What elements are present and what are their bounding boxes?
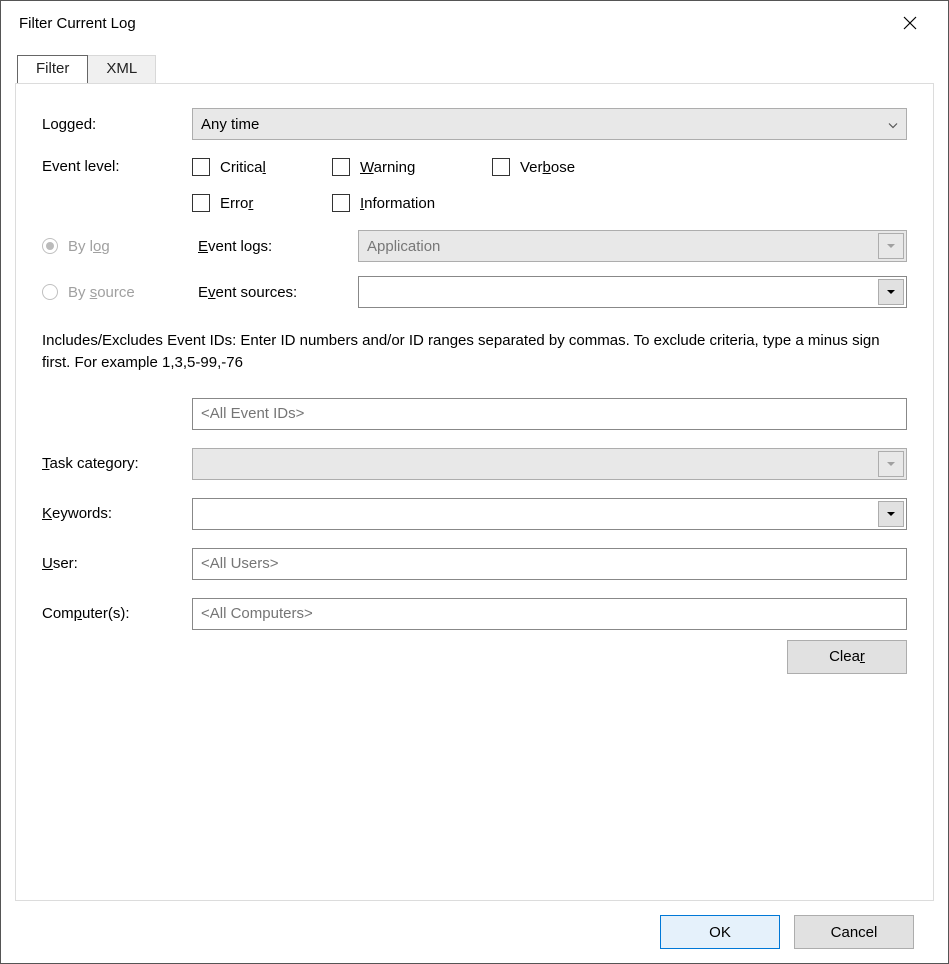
event-logs-combo: Application bbox=[358, 230, 907, 262]
keywords-combo[interactable] bbox=[192, 498, 907, 530]
by-source-radio bbox=[42, 284, 58, 300]
user-input[interactable] bbox=[192, 548, 907, 580]
tab-xml[interactable]: XML bbox=[88, 55, 156, 84]
clear-button[interactable]: Clear bbox=[787, 640, 907, 674]
close-button[interactable] bbox=[890, 8, 930, 38]
dialog-buttons: OK Cancel bbox=[15, 901, 934, 949]
filter-panel: Logged: Any time Event level: Critical W bbox=[15, 83, 934, 901]
by-log-radio-row: By log Event logs: Application bbox=[42, 230, 907, 262]
task-category-label: Task category: bbox=[42, 455, 192, 472]
by-source-radio-row: By source Event sources: bbox=[42, 276, 907, 308]
by-log-label: By log bbox=[68, 238, 198, 255]
chevron-down-icon bbox=[878, 451, 904, 477]
close-icon bbox=[903, 16, 917, 30]
chevron-down-icon bbox=[878, 233, 904, 259]
tab-strip: Filter XML bbox=[17, 55, 934, 84]
warning-checkbox[interactable]: Warning bbox=[332, 158, 492, 176]
event-logs-label: Event logs: bbox=[198, 238, 358, 255]
logged-dropdown[interactable]: Any time bbox=[192, 108, 907, 140]
computers-input[interactable] bbox=[192, 598, 907, 630]
keywords-label: Keywords: bbox=[42, 505, 192, 522]
cancel-button[interactable]: Cancel bbox=[794, 915, 914, 949]
critical-checkbox[interactable]: Critical bbox=[192, 158, 332, 176]
titlebar: Filter Current Log bbox=[1, 1, 948, 45]
task-category-combo bbox=[192, 448, 907, 480]
verbose-checkbox[interactable]: Verbose bbox=[492, 158, 632, 176]
event-ids-help: Includes/Excludes Event IDs: Enter ID nu… bbox=[42, 330, 907, 374]
logged-label: Logged: bbox=[42, 116, 192, 133]
ok-button[interactable]: OK bbox=[660, 915, 780, 949]
chevron-down-icon bbox=[888, 116, 898, 133]
event-ids-input[interactable] bbox=[192, 398, 907, 430]
error-checkbox[interactable]: Error bbox=[192, 194, 332, 212]
computers-label: Computer(s): bbox=[42, 605, 192, 622]
chevron-down-icon[interactable] bbox=[878, 501, 904, 527]
logged-value: Any time bbox=[201, 116, 259, 133]
event-sources-label: Event sources: bbox=[198, 284, 358, 301]
user-label: User: bbox=[42, 555, 192, 572]
tab-filter[interactable]: Filter bbox=[17, 55, 88, 84]
chevron-down-icon[interactable] bbox=[878, 279, 904, 305]
event-logs-value: Application bbox=[367, 238, 440, 255]
by-source-label: By source bbox=[68, 284, 198, 301]
by-log-radio bbox=[42, 238, 58, 254]
client-area: Filter XML Logged: Any time Event level: bbox=[1, 45, 948, 963]
window-title: Filter Current Log bbox=[19, 15, 136, 32]
dialog-window: Filter Current Log Filter XML Logged: An… bbox=[0, 0, 949, 964]
eventlevel-label: Event level: bbox=[42, 158, 192, 175]
information-checkbox[interactable]: Information bbox=[332, 194, 492, 212]
event-sources-combo[interactable] bbox=[358, 276, 907, 308]
